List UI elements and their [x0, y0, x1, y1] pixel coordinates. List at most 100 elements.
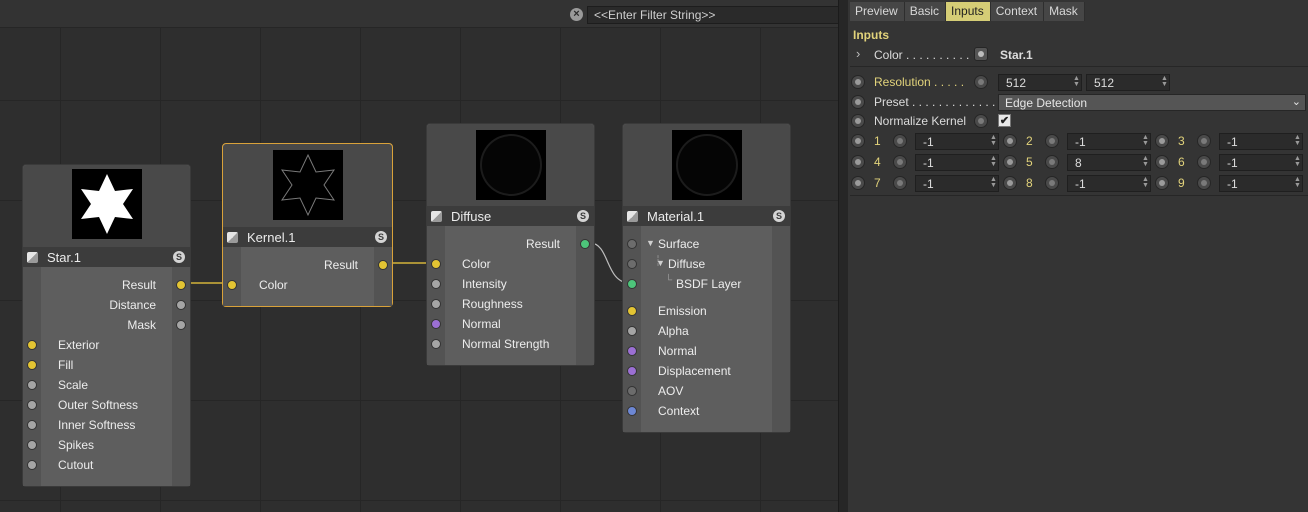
link-icon[interactable] — [1197, 155, 1211, 169]
input-port[interactable] — [627, 239, 637, 249]
animate-icon[interactable] — [851, 134, 865, 148]
spinner-icon[interactable]: ▲ ▼ — [990, 155, 997, 168]
kernel-cell-field[interactable]: -1 ▲ ▼ — [915, 154, 999, 171]
link-icon[interactable] — [1045, 176, 1059, 190]
input-port[interactable] — [627, 406, 637, 416]
kernel-cell-field[interactable]: -1 ▲ ▼ — [1219, 154, 1303, 171]
animate-icon[interactable] — [851, 114, 865, 128]
animate-icon[interactable] — [1155, 134, 1169, 148]
spinner-icon[interactable]: ▲ ▼ — [1294, 176, 1301, 189]
input-port[interactable] — [227, 280, 237, 290]
input-port[interactable] — [27, 460, 37, 470]
input-port[interactable] — [627, 366, 637, 376]
link-icon[interactable] — [1197, 134, 1211, 148]
spinner-icon[interactable]: ▲ ▼ — [1294, 134, 1301, 147]
tab-context[interactable]: Context — [990, 2, 1045, 21]
resolution-x-field[interactable]: 512 ▲ ▼ — [998, 74, 1082, 91]
spinner-icon[interactable]: ▲ ▼ — [1161, 75, 1168, 88]
tree-diffuse[interactable]: ┆ ▼ Diffuse — [623, 254, 790, 274]
animate-icon[interactable] — [1003, 176, 1017, 190]
tab-inputs[interactable]: Inputs — [946, 2, 991, 21]
input-port[interactable] — [431, 319, 441, 329]
input-port[interactable] — [27, 440, 37, 450]
animate-icon[interactable] — [1003, 155, 1017, 169]
tab-preview[interactable]: Preview — [850, 2, 905, 21]
kernel-cell-field[interactable]: -1 ▲ ▼ — [915, 175, 999, 192]
kernel-cell-field[interactable]: -1 ▲ ▼ — [1067, 133, 1151, 150]
panel-splitter[interactable] — [838, 0, 848, 512]
link-icon[interactable] — [974, 114, 988, 128]
node-diffuse[interactable]: Diffuse S Result Color Intensity Roughne… — [426, 123, 595, 366]
node-editor[interactable]: × <<Enter Filter String>> Star.1 S Resul… — [0, 0, 838, 512]
link-icon[interactable] — [974, 47, 988, 61]
input-port[interactable] — [27, 380, 37, 390]
input-port[interactable] — [431, 339, 441, 349]
output-port[interactable] — [176, 320, 186, 330]
disclosure-triangle-icon[interactable]: ▼ — [646, 238, 655, 248]
chevron-right-icon[interactable]: › — [856, 46, 860, 61]
preset-dropdown[interactable]: Edge Detection ⌄ — [998, 94, 1306, 111]
resolution-y-field[interactable]: 512 ▲ ▼ — [1086, 74, 1170, 91]
animate-icon[interactable] — [851, 95, 865, 109]
spinner-icon[interactable]: ▲ ▼ — [1142, 134, 1149, 147]
input-port[interactable] — [27, 400, 37, 410]
node-header[interactable]: Material.1 S — [623, 206, 790, 226]
color-linked-node[interactable]: Star.1 — [1000, 48, 1033, 62]
input-port[interactable] — [627, 279, 637, 289]
link-icon[interactable] — [893, 155, 907, 169]
spinner-icon[interactable]: ▲ ▼ — [990, 134, 997, 147]
input-port[interactable] — [627, 306, 637, 316]
link-icon[interactable] — [1045, 134, 1059, 148]
spinner-icon[interactable]: ▲ ▼ — [1294, 155, 1301, 168]
animate-icon[interactable] — [851, 176, 865, 190]
spinner-icon[interactable]: ▲ ▼ — [1142, 176, 1149, 189]
animate-icon[interactable] — [1003, 134, 1017, 148]
tree-surface[interactable]: ▼ Surface — [623, 234, 790, 254]
link-icon[interactable] — [974, 75, 988, 89]
node-kernel[interactable]: Kernel.1 S Result Color — [222, 143, 393, 307]
input-port[interactable] — [27, 420, 37, 430]
node-star[interactable]: Star.1 S Result Distance Mask Exterior F… — [22, 164, 191, 487]
node-header[interactable]: Diffuse S — [427, 206, 594, 226]
output-port[interactable] — [378, 260, 388, 270]
input-port[interactable] — [431, 279, 441, 289]
tab-mask[interactable]: Mask — [1044, 2, 1085, 21]
node-header[interactable]: Star.1 S — [23, 247, 190, 267]
node-header[interactable]: Kernel.1 S — [223, 227, 392, 247]
output-port[interactable] — [176, 300, 186, 310]
animate-icon[interactable] — [1155, 155, 1169, 169]
spinner-icon[interactable]: ▲ ▼ — [1142, 155, 1149, 168]
solo-icon[interactable]: S — [173, 251, 185, 263]
kernel-cell-field[interactable]: 8 ▲ ▼ — [1067, 154, 1151, 171]
disclosure-triangle-icon[interactable]: ▼ — [656, 258, 665, 268]
kernel-cell-field[interactable]: -1 ▲ ▼ — [1219, 175, 1303, 192]
kernel-cell-field[interactable]: -1 ▲ ▼ — [1067, 175, 1151, 192]
solo-icon[interactable]: S — [577, 210, 589, 222]
animate-icon[interactable] — [1155, 176, 1169, 190]
input-port[interactable] — [627, 346, 637, 356]
link-icon[interactable] — [1197, 176, 1211, 190]
output-port[interactable] — [176, 280, 186, 290]
link-icon[interactable] — [1045, 155, 1059, 169]
input-port[interactable] — [27, 360, 37, 370]
kernel-cell-field[interactable]: -1 ▲ ▼ — [915, 133, 999, 150]
tab-basic[interactable]: Basic — [904, 2, 947, 21]
input-port[interactable] — [431, 299, 441, 309]
input-port[interactable] — [627, 259, 637, 269]
node-material[interactable]: Material.1 S ▼ Surface ┆ ▼ Diffuse └ BSD… — [622, 123, 791, 433]
solo-icon[interactable]: S — [773, 210, 785, 222]
solo-icon[interactable]: S — [375, 231, 387, 243]
spinner-icon[interactable]: ▲ ▼ — [1073, 75, 1080, 88]
spinner-icon[interactable]: ▲ ▼ — [990, 176, 997, 189]
normalize-checkbox[interactable]: ✔ — [998, 114, 1011, 127]
input-port[interactable] — [627, 386, 637, 396]
input-port[interactable] — [627, 326, 637, 336]
input-port[interactable] — [27, 340, 37, 350]
link-icon[interactable] — [893, 134, 907, 148]
animate-icon[interactable] — [851, 155, 865, 169]
output-port[interactable] — [580, 239, 590, 249]
kernel-cell-field[interactable]: -1 ▲ ▼ — [1219, 133, 1303, 150]
animate-icon[interactable] — [851, 75, 865, 89]
link-icon[interactable] — [893, 176, 907, 190]
input-port[interactable] — [431, 259, 441, 269]
